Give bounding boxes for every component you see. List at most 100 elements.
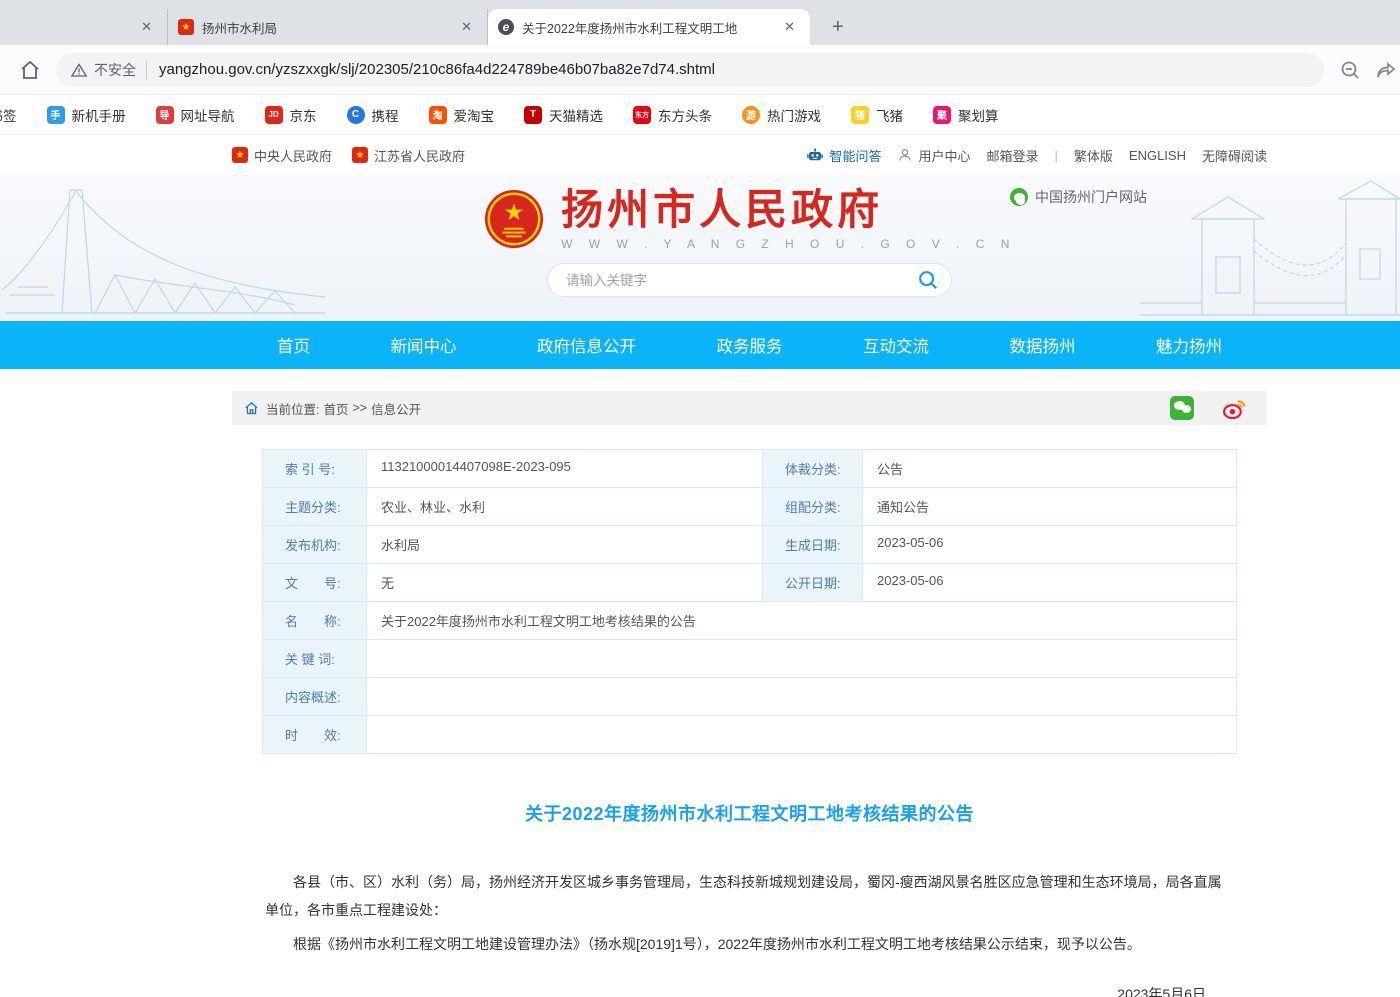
search-input[interactable] — [566, 273, 917, 288]
meta-value: 水利局 — [367, 526, 763, 563]
juhuasuan-icon: 聚 — [933, 106, 951, 124]
bookmark-item[interactable]: T 天猫精选 — [524, 105, 603, 125]
tab-partial[interactable]: ✕ — [0, 9, 168, 45]
share-icon[interactable] — [1374, 58, 1398, 82]
bookmark-item[interactable]: 聚 聚划算 — [933, 105, 999, 125]
gov-emblem-icon: ★ — [232, 147, 248, 163]
bookmark-item[interactable]: 导 网址导航 — [156, 105, 235, 125]
accessibility-link[interactable]: 无障碍阅读 — [1202, 146, 1267, 165]
tab-close-icon[interactable]: ✕ — [136, 17, 157, 37]
home-icon[interactable] — [18, 58, 42, 82]
meta-value — [367, 640, 1236, 677]
meta-label: 体裁分类: — [763, 450, 863, 487]
tab-shuiliju[interactable]: ★ 扬州市水利局 ✕ — [168, 9, 488, 45]
smart-qa-link[interactable]: 智能问答 — [806, 146, 881, 165]
svg-text:★: ★ — [504, 199, 525, 225]
link-central-gov[interactable]: ★ 中央人民政府 — [232, 146, 332, 165]
nav-charm[interactable]: 魅力扬州 — [1156, 333, 1222, 357]
tab-close-icon[interactable]: ✕ — [779, 17, 800, 37]
weibo-share-icon[interactable] — [1222, 396, 1247, 421]
bookmark-label: 爱淘宝 — [454, 105, 495, 125]
table-row: 索 引 号: 11321000014407098E-2023-095 体裁分类:… — [263, 450, 1236, 487]
bookmark-label: 东方头条 — [658, 105, 712, 125]
meta-value: 11321000014407098E-2023-095 — [367, 450, 763, 487]
zoom-out-icon[interactable] — [1338, 58, 1362, 82]
meta-value — [367, 716, 1236, 753]
nav-interaction[interactable]: 互动交流 — [863, 333, 929, 357]
gov-link-label: 中央人民政府 — [254, 146, 332, 165]
tab-title: 扬州市水利局 — [202, 18, 448, 37]
meta-label: 发布机构: — [263, 526, 367, 563]
nav-data[interactable]: 数据扬州 — [1010, 333, 1076, 357]
english-link[interactable]: ENGLISH — [1129, 148, 1186, 163]
fliggy-icon: 猪 — [851, 106, 869, 124]
bookmark-item[interactable]: 游 热门游戏 — [742, 105, 821, 125]
utility-divider: | — [1055, 148, 1058, 163]
national-emblem-icon: ★ — [483, 188, 545, 250]
accessibility-label: 无障碍阅读 — [1202, 146, 1267, 165]
breadcrumb-home-link[interactable]: 首页 — [323, 399, 348, 418]
meta-value — [367, 678, 1236, 715]
site-utility-bar: ★ 中央人民政府 ★ 江苏省人民政府 智能问答 用户中心 邮箱登录 | 繁体版 — [0, 135, 1400, 175]
bookmark-item[interactable]: C 携程 — [347, 105, 399, 125]
portal-link[interactable]: 中国扬州门户网站 — [1010, 187, 1147, 207]
meta-value: 2023-05-06 — [863, 564, 1236, 601]
site-search[interactable] — [547, 263, 952, 297]
traditional-label: 繁体版 — [1074, 146, 1113, 165]
robot-icon — [806, 146, 824, 164]
site-favicon: e — [498, 19, 514, 35]
breadcrumb-separator: >> — [353, 401, 368, 415]
table-row: 主题分类: 农业、林业、水利 组配分类: 通知公告 — [263, 487, 1236, 525]
meta-label: 名 称: — [263, 602, 367, 639]
gov-emblem-icon: ★ — [352, 147, 368, 163]
table-row: 关 键 词: — [263, 639, 1236, 677]
new-tab-button[interactable]: + — [824, 16, 852, 39]
tab-close-icon[interactable]: ✕ — [456, 17, 477, 37]
meta-value: 2023-05-06 — [863, 526, 1236, 563]
article-date: 2023年5月6日 — [265, 984, 1234, 997]
article: 关于2022年度扬州市水利工程文明工地考核结果的公告 各县（市、区）水利（务）局… — [232, 800, 1267, 997]
user-center-link[interactable]: 用户中心 — [897, 146, 970, 165]
breadcrumb: 当前位置: 首页 >> 信息公开 — [232, 391, 1267, 425]
bookmark-item[interactable]: 手 新机手册 — [47, 105, 126, 125]
meta-value: 无 — [367, 564, 763, 601]
breadcrumb-label: 当前位置: — [266, 399, 319, 418]
breadcrumb-current[interactable]: 信息公开 — [371, 399, 421, 418]
nav-services[interactable]: 政务服务 — [717, 333, 783, 357]
bookmark-item[interactable]: 机书签 — [0, 105, 17, 125]
mail-login-link[interactable]: 邮箱登录 — [986, 146, 1038, 165]
table-row: 发布机构: 水利局 生成日期: 2023-05-06 — [263, 525, 1236, 563]
user-icon — [897, 147, 913, 163]
bookmark-label: 京东 — [290, 105, 317, 125]
table-row: 时 效: — [263, 715, 1236, 753]
nav-home[interactable]: 首页 — [277, 333, 310, 357]
address-bar[interactable]: 不安全 yangzhou.gov.cn/yzszxxgk/slj/202305/… — [56, 53, 1324, 87]
ctrip-icon: C — [347, 106, 365, 124]
gov-emblem-favicon: ★ — [178, 19, 194, 35]
gov-link-label: 江苏省人民政府 — [374, 146, 465, 165]
bookmark-item[interactable]: 猪 飞猪 — [851, 105, 903, 125]
meta-label: 生成日期: — [763, 526, 863, 563]
bookmark-label: 天猫精选 — [549, 105, 603, 125]
bookmark-label: 飞猪 — [876, 105, 903, 125]
search-icon[interactable] — [917, 269, 939, 291]
tab-active-article[interactable]: e 关于2022年度扬州市水利工程文明工地 ✕ — [488, 9, 810, 45]
wechat-share-icon[interactable] — [1170, 396, 1194, 420]
meta-label: 文 号: — [263, 564, 367, 601]
site-name: 扬州市人民政府 — [561, 187, 1016, 233]
bookmark-item[interactable]: 淘 爱淘宝 — [429, 105, 495, 125]
nav-info-disclosure[interactable]: 政府信息公开 — [537, 333, 636, 357]
table-row: 内容概述: — [263, 677, 1236, 715]
traditional-link[interactable]: 繁体版 — [1074, 146, 1113, 165]
security-label[interactable]: 不安全 — [94, 60, 136, 80]
meta-label: 关 键 词: — [263, 640, 367, 677]
bookmark-item[interactable]: 东方 东方头条 — [633, 105, 712, 125]
bookmark-item[interactable]: JD 京东 — [265, 105, 317, 125]
link-jiangsu-gov[interactable]: ★ 江苏省人民政府 — [352, 146, 465, 165]
url-text[interactable]: yangzhou.gov.cn/yzszxxgk/slj/202305/210c… — [159, 61, 715, 78]
nav-site-icon: 导 — [156, 106, 174, 124]
wechat-icon — [1010, 188, 1028, 206]
meta-label: 主题分类: — [263, 488, 367, 525]
omnibox-divider — [146, 61, 147, 79]
nav-news[interactable]: 新闻中心 — [391, 333, 457, 357]
